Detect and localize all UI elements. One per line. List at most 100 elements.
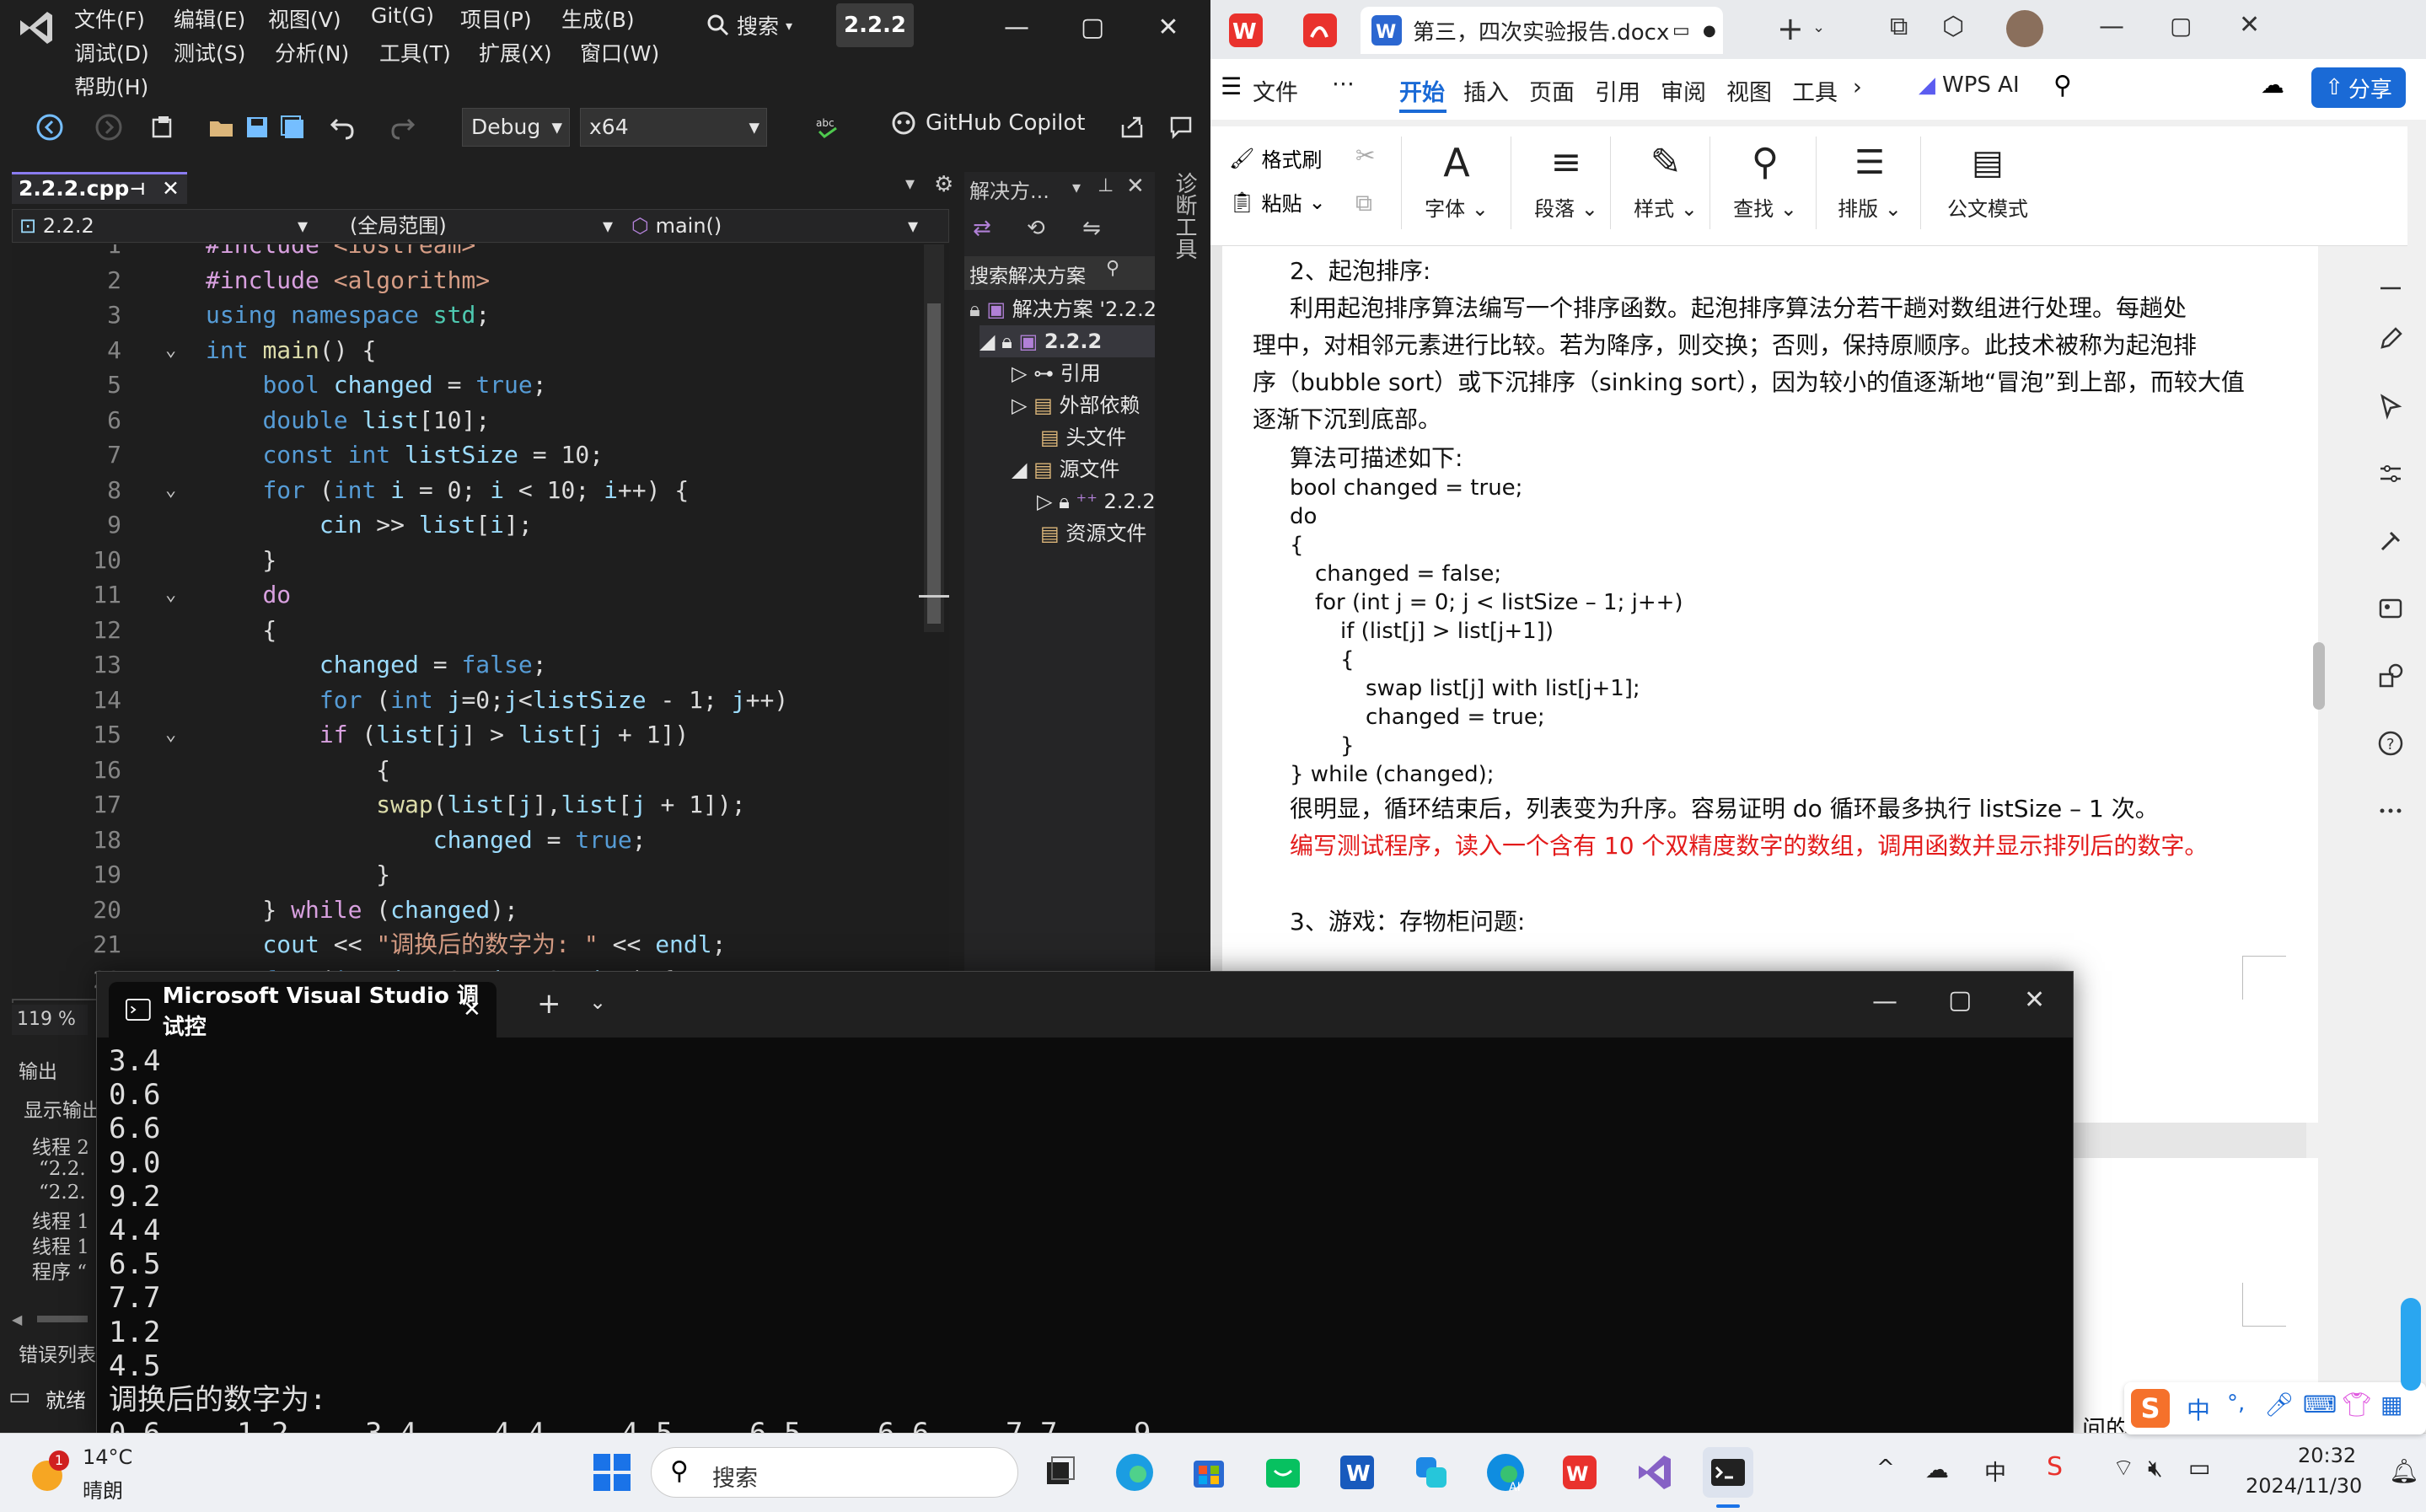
vs-search-button[interactable]: 搜索 ▾ [706, 5, 792, 46]
file-tab-active[interactable]: 2.2.2.cpp ⊣ ✕ [12, 172, 187, 204]
feedback-icon[interactable] [1167, 113, 1195, 142]
clock-date[interactable]: 2024/11/30 [2246, 1474, 2362, 1498]
nav-project-dropdown[interactable]: ⊡ 2.2.2 ▾ [19, 210, 314, 242]
minimize-icon[interactable]: — [1872, 987, 1897, 1016]
microphone-icon[interactable]: 🎤︎ [2264, 1391, 2295, 1418]
output-h-scrollbar[interactable]: ◀ [12, 1311, 96, 1327]
menu-edit[interactable]: 编辑(E) [174, 3, 245, 34]
chevron-right-icon[interactable]: › [1853, 74, 1862, 100]
toolbox-icon[interactable]: ▦ [2380, 1391, 2402, 1418]
chevron-down-icon[interactable]: ⌄ [1812, 19, 1825, 36]
more-icon[interactable] [2375, 796, 2406, 826]
fold-toggle-icon[interactable]: ⌄ [165, 335, 176, 367]
tray-overflow-icon[interactable]: ^ [1876, 1456, 1895, 1481]
redo-icon[interactable] [388, 113, 416, 142]
history-icon[interactable]: ⟲ [1027, 216, 1045, 241]
fold-toggle-icon[interactable]: ⌄ [165, 719, 176, 751]
code-line[interactable]: 12 { [12, 614, 939, 646]
help-icon[interactable]: ? [2375, 728, 2406, 759]
keyboard-icon[interactable]: ⌨ [2303, 1391, 2337, 1418]
share-icon[interactable] [1118, 113, 1146, 142]
avatar[interactable] [2006, 10, 2043, 47]
wifi-icon[interactable]: ⌔ [2112, 1454, 2134, 1483]
tree-resource-files[interactable]: ▤ 资源文件 [1040, 517, 1146, 550]
find-button[interactable]: ⚲ 查找 ⌄ [1715, 135, 1816, 236]
forward-icon[interactable] [94, 113, 123, 142]
tree-cpp-file[interactable]: ▷ 🔒︎ ⁺⁺ 2.2.2 [1037, 485, 1155, 517]
terminal-tab[interactable]: Microsoft Visual Studio 调试控 ✕ [109, 982, 496, 1040]
sliders-icon[interactable] [2375, 458, 2406, 489]
code-line[interactable]: 20 } while (changed); [12, 894, 939, 926]
close-icon[interactable]: ✕ [2024, 985, 2045, 1015]
menu-file[interactable]: 文件(F) [74, 3, 145, 34]
code-line[interactable]: 19 } [12, 859, 939, 891]
wps-ai-button[interactable]: ◢ WPS AI [1919, 72, 2020, 98]
cube-icon[interactable]: ⬡ [1942, 12, 1964, 41]
tree-references[interactable]: ▷ ⊶ 引用 [1012, 357, 1101, 389]
style-button[interactable]: ✎ 样式 ⌄ [1615, 135, 1716, 236]
chevron-down-icon[interactable]: ▾ [1072, 177, 1081, 197]
close-icon[interactable]: ✕ [2239, 10, 2260, 40]
code-line[interactable]: 13 changed = false; [12, 649, 939, 681]
pin-icon[interactable]: ⊥ [1098, 175, 1114, 196]
undo-icon[interactable] [329, 113, 357, 142]
code-line[interactable]: 9 cin >> list[i]; [12, 509, 939, 541]
menu-debug[interactable]: 调试(D) [74, 37, 149, 67]
scrollbar-thumb[interactable] [2313, 642, 2325, 710]
tree-header-files[interactable]: ▤ 头文件 [1040, 421, 1126, 453]
solution-config-select[interactable]: Debug ▾ [462, 108, 570, 147]
notification-bell-icon[interactable]: 🔔︎ [2389, 1457, 2419, 1485]
code-line[interactable]: 4 ⌄ int main() { [12, 335, 939, 367]
share-button[interactable]: ⇧ 分享 [2311, 67, 2406, 108]
new-tab-icon[interactable]: + [537, 987, 561, 1021]
tab-overflow-icon[interactable]: ▾ [905, 174, 915, 195]
ime-indicator[interactable]: 中 [1984, 1456, 2006, 1487]
tree-solution[interactable]: 🔒︎ ▣ 解决方案 '2.2.2 [969, 293, 1155, 325]
gear-icon[interactable]: ⚙ [934, 172, 953, 197]
visual-studio-icon[interactable] [1629, 1447, 1679, 1498]
official-doc-mode-button[interactable]: ▤ 公文模式 [1929, 135, 2047, 236]
menu-extensions[interactable]: 扩展(X) [479, 37, 552, 67]
menu-test[interactable]: 测试(S) [174, 37, 245, 67]
copy-icon[interactable]: ⧉ [1355, 189, 1372, 217]
wps-home-tab[interactable]: W [1217, 7, 1281, 54]
weather-widget[interactable]: 1 [25, 1444, 76, 1494]
cloud-sync-icon[interactable]: ☁ [1925, 1456, 1949, 1483]
windows-start-icon[interactable] [587, 1447, 637, 1498]
save-icon[interactable] [243, 113, 271, 142]
minimize-icon[interactable]: — [2099, 12, 2124, 41]
solution-search-box[interactable]: 搜索解决方案 ⚲ [964, 256, 1155, 290]
sogou-ime-icon[interactable]: S [2047, 1452, 2063, 1482]
close-icon[interactable]: ✕ [162, 174, 180, 203]
weather-temp[interactable]: 14°C [83, 1445, 132, 1469]
shapes-icon[interactable] [2375, 661, 2406, 691]
doc-vertical-scrollbar[interactable] [2306, 246, 2332, 1342]
search-icon[interactable]: ⚲ [2053, 71, 2072, 100]
image-tool-icon[interactable] [2375, 593, 2406, 624]
layout-button[interactable]: ☰ 排版 ⌄ [1819, 135, 1920, 236]
code-line[interactable]: 21 cout << "调换后的数字为: " << endl; [12, 929, 939, 961]
code-line[interactable]: 18 changed = true; [12, 824, 939, 856]
code-line[interactable]: 2 #include <algorithm> [12, 265, 939, 297]
menu-git[interactable]: Git(G) [371, 3, 434, 28]
maximize-icon[interactable]: ▢ [2170, 12, 2192, 40]
cloud-upload-icon[interactable]: ☁ [2261, 71, 2284, 99]
new-project-icon[interactable] [148, 113, 177, 142]
code-line[interactable]: 3 using namespace std; [12, 299, 939, 331]
edge-ai-icon[interactable]: AI [1480, 1447, 1531, 1498]
menu-tools[interactable]: 工具(T) [379, 37, 451, 67]
fold-toggle-icon[interactable]: ⌄ [165, 579, 176, 611]
word-icon[interactable]: W [1332, 1447, 1382, 1498]
copilot-app-icon[interactable] [1406, 1447, 1457, 1498]
error-list-tab[interactable]: 错误列表 [19, 1338, 96, 1367]
more-icon[interactable]: ⋯ [1332, 71, 1355, 97]
scrollbar-thumb[interactable] [927, 303, 941, 624]
code-editor[interactable]: 1 #include <iostream> 2 #include <algorithm… [12, 244, 949, 1003]
menu-view[interactable]: 视图 [1726, 74, 1772, 107]
menu-analyze[interactable]: 分析(N) [275, 37, 349, 67]
menu-references[interactable]: 引用 [1595, 74, 1640, 107]
code-line[interactable]: 8 ⌄ for (int i = 0; i < 10; i++) { [12, 475, 939, 507]
menu-review[interactable]: 审阅 [1661, 74, 1706, 107]
code-line[interactable]: 14 for (int j=0;j<listSize - 1; j++) [12, 684, 939, 716]
close-icon[interactable]: ✕ [463, 997, 481, 1022]
